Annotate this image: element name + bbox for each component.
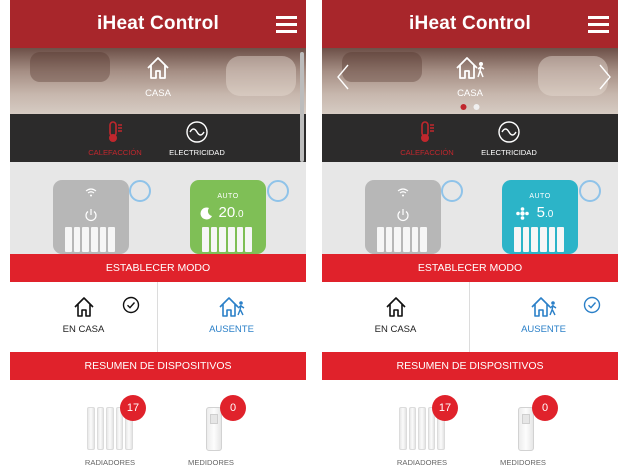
radiator-icon <box>377 227 428 252</box>
radiators-label: RADIADORES <box>396 458 448 467</box>
wifi-icon <box>397 188 409 197</box>
wifi-icon <box>85 188 97 197</box>
house-away-icon <box>218 297 244 317</box>
device-summary: 17 RADIADORES 0 MEDIDORES <box>322 380 618 469</box>
mode-away-button[interactable]: AUSENTE <box>158 282 305 352</box>
device-select-radio[interactable] <box>579 180 601 202</box>
radiator-count-badge: 17 <box>432 395 458 421</box>
radiator-icon <box>514 227 565 252</box>
device-summary-header: RESUMEN DE DISPOSITIVOS <box>10 352 306 380</box>
mode-away-label: AUSENTE <box>209 324 254 335</box>
app-title: iHeat Control <box>409 13 531 34</box>
summary-meters[interactable]: 0 MEDIDORES <box>166 380 256 469</box>
thermometer-icon <box>421 121 434 142</box>
device-select-radio[interactable] <box>267 180 289 202</box>
carousel-dots <box>460 104 480 110</box>
app-header: iHeat Control <box>322 0 618 48</box>
house-icon <box>73 297 94 317</box>
radiator-icon <box>65 227 116 252</box>
meter-count-badge: 0 <box>532 395 558 421</box>
tab-electricity[interactable]: ELECTRICIDAD <box>152 114 242 162</box>
meter-count-badge: 0 <box>220 395 246 421</box>
device-card-auto[interactable]: AUTO 20.0 <box>190 180 266 254</box>
device-card-off[interactable] <box>53 180 129 254</box>
mode-selector: EN CASA AUSENTE <box>322 282 618 352</box>
set-mode-header: ESTABLECER MODO <box>10 254 306 282</box>
tab-electricity-label: ELECTRICIDAD <box>481 148 537 157</box>
summary-radiators[interactable]: 17 RADIADORES <box>65 380 155 469</box>
check-circle-icon <box>122 296 140 314</box>
device-auto-label: AUTO <box>529 193 551 200</box>
device-select-radio[interactable] <box>441 180 463 202</box>
chevron-left-icon[interactable] <box>336 64 350 90</box>
device-type-tabs: CALEFACCIÓN ELECTRICIDAD <box>10 114 306 162</box>
current-mode-label: CASA <box>457 88 483 99</box>
device-temperature-decimal: .0 <box>235 209 244 220</box>
device-temperature: 5 <box>536 204 545 221</box>
tab-electricity-label: ELECTRICIDAD <box>169 148 225 157</box>
mode-home-label: EN CASA <box>374 324 417 335</box>
device-select-radio[interactable] <box>129 180 151 202</box>
device-temperature-decimal: .0 <box>545 209 554 220</box>
power-icon <box>397 209 409 222</box>
device-auto-label: AUTO <box>217 193 239 200</box>
scrollbar[interactable] <box>300 52 304 162</box>
summary-radiators[interactable]: 17 RADIADORES <box>377 380 467 469</box>
meters-label: MEDIDORES <box>188 458 234 467</box>
current-mode-label: CASA <box>145 88 171 99</box>
menu-icon[interactable] <box>276 16 297 33</box>
device-summary-header: RESUMEN DE DISPOSITIVOS <box>322 352 618 380</box>
tab-electricity[interactable]: ELECTRICIDAD <box>464 114 554 162</box>
device-grid: AUTO 20.0 <box>10 162 306 254</box>
electricity-wave-icon <box>186 121 208 143</box>
app-title: iHeat Control <box>97 13 219 34</box>
device-card-auto[interactable]: AUTO 5.0 <box>502 180 578 254</box>
set-mode-header: ESTABLECER MODO <box>322 254 618 282</box>
device-card-off[interactable] <box>365 180 441 254</box>
electricity-wave-icon <box>498 121 520 143</box>
meters-label: MEDIDORES <box>500 458 546 467</box>
mode-carousel[interactable]: CASA <box>10 48 306 114</box>
mode-away-button[interactable]: AUSENTE <box>470 282 617 352</box>
mode-home-label: EN CASA <box>62 324 105 335</box>
summary-meters[interactable]: 0 MEDIDORES <box>478 380 568 469</box>
meter-icon <box>518 407 534 451</box>
app-header: iHeat Control <box>10 0 306 48</box>
device-type-tabs: CALEFACCIÓN ELECTRICIDAD <box>322 114 618 162</box>
radiators-label: RADIADORES <box>84 458 136 467</box>
app-screen-away: iHeat Control CASA CALEFACCIÓN ELECTRICI… <box>322 0 618 469</box>
thermometer-icon <box>109 121 122 142</box>
mode-away-label: AUSENTE <box>521 324 566 335</box>
house-icon <box>147 57 169 79</box>
mode-home-button[interactable]: EN CASA <box>10 282 157 352</box>
check-circle-icon <box>583 296 601 314</box>
mode-home-button[interactable]: EN CASA <box>322 282 469 352</box>
house-away-icon <box>456 57 485 79</box>
mode-selector: EN CASA AUSENTE <box>10 282 306 352</box>
power-icon <box>85 209 97 222</box>
device-grid: AUTO 5.0 <box>322 162 618 254</box>
meter-icon <box>206 407 222 451</box>
device-temperature: 20 <box>218 204 236 221</box>
house-away-icon <box>530 297 556 317</box>
radiator-count-badge: 17 <box>120 395 146 421</box>
radiator-icon <box>202 227 253 252</box>
device-summary: 17 RADIADORES 0 MEDIDORES <box>10 380 306 469</box>
mode-carousel[interactable]: CASA <box>322 48 618 114</box>
menu-icon[interactable] <box>588 16 609 33</box>
chevron-right-icon[interactable] <box>598 64 612 90</box>
app-screen-home: iHeat Control CASA CALEFACCIÓN ELECTRICI… <box>10 0 306 469</box>
house-icon <box>385 297 406 317</box>
